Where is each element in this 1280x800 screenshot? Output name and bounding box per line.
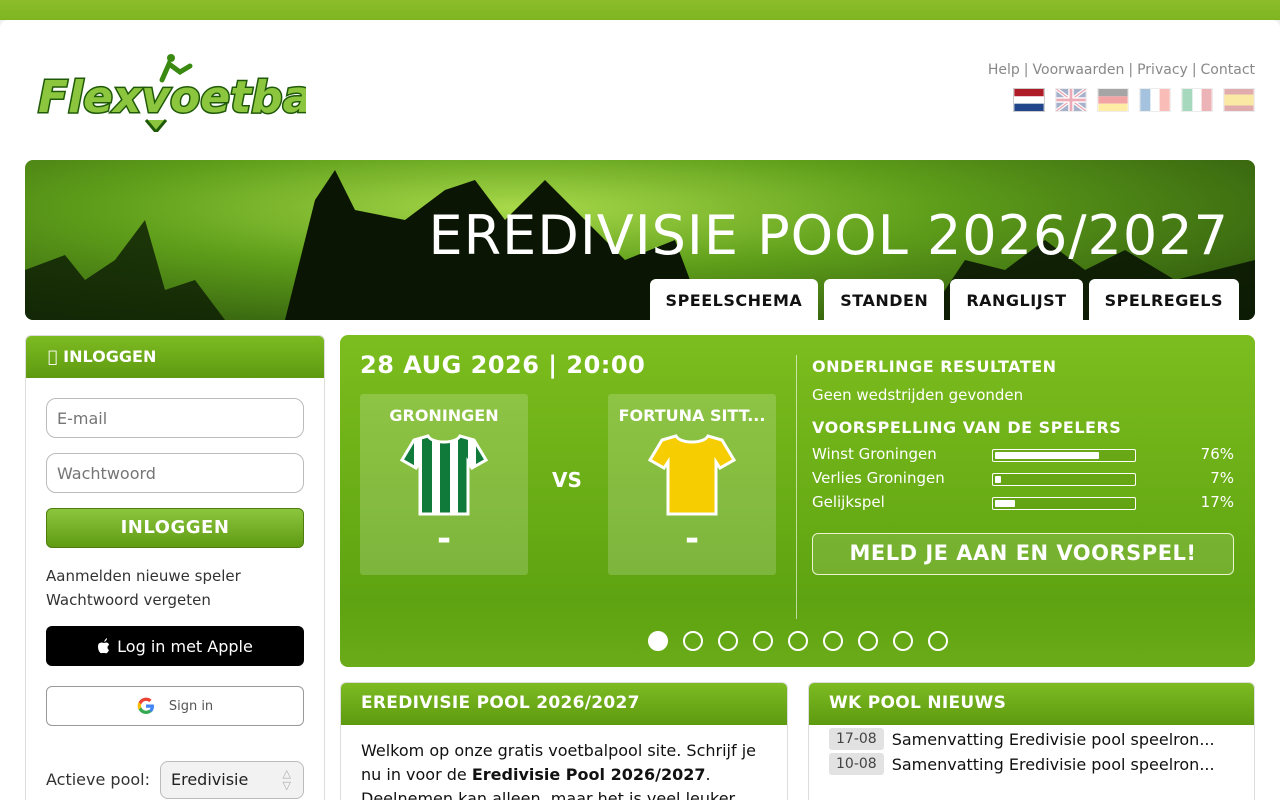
prediction-bar: [992, 473, 1136, 486]
help-link[interactable]: Help: [988, 62, 1020, 78]
slider-dot[interactable]: [648, 631, 668, 651]
news-item[interactable]: 17-08 Samenvatting Eredivisie pool speel…: [809, 728, 1254, 750]
login-heading:  INLOGGEN: [26, 336, 324, 378]
fr-flag-icon[interactable]: [1139, 88, 1171, 112]
slider-dot[interactable]: [893, 631, 913, 651]
news-date: 10-08: [829, 753, 884, 775]
signup-predict-button[interactable]: MELD JE AAN EN VOORSPEL!: [812, 533, 1234, 575]
flexvoetbal-logo[interactable]: Flexvoetbal: [34, 50, 306, 132]
predictions-title: VOORSPELLING VAN DE SPELERS: [812, 418, 1122, 437]
pool-intro-text: Welkom op onze gratis voetbalpool site. …: [341, 725, 787, 800]
slider-dot[interactable]: [718, 631, 738, 651]
tab-standen[interactable]: STANDEN: [824, 279, 945, 320]
contact-link[interactable]: Contact: [1201, 62, 1255, 78]
language-flags: [1013, 88, 1255, 112]
home-score: -: [436, 519, 452, 559]
intro-pool-name: Eredivisie Pool 2026/2027: [471, 765, 706, 784]
prediction-row: Winst Groningen 76%: [812, 443, 1234, 467]
pool-panel-title: EREDIVISIE POOL 2026/2027: [341, 683, 787, 725]
prediction-row: Gelijkspel 17%: [812, 491, 1234, 515]
de-flag-icon[interactable]: [1097, 88, 1129, 112]
page: Flexvoetbal Help | Voorwaarden | Privacy | Con…: [0, 20, 1280, 800]
prediction-percent: 17%: [1200, 493, 1234, 511]
active-pool-value: Eredivisie: [171, 770, 249, 789]
google-g-icon: [137, 697, 154, 714]
slider-dot[interactable]: [788, 631, 808, 651]
vs-label: VS: [552, 468, 582, 492]
slider-dots: [648, 631, 948, 651]
prediction-bar-fill: [995, 476, 1001, 483]
slider-dot[interactable]: [683, 631, 703, 651]
es-flag-icon[interactable]: [1223, 88, 1255, 112]
predictions-list: Winst Groningen 76% Verlies Groningen 7%…: [812, 443, 1234, 515]
prediction-bar: [992, 449, 1136, 462]
prediction-percent: 76%: [1200, 445, 1234, 463]
prediction-label: Gelijkspel: [812, 493, 885, 511]
google-signin-button[interactable]: Sign in: [46, 686, 304, 726]
home-team-box[interactable]: GRONINGEN -: [360, 394, 528, 575]
news-title[interactable]: Samenvatting Eredivisie pool speelron...: [892, 755, 1215, 774]
nl-flag-icon[interactable]: [1013, 88, 1045, 112]
match-date: 28 AUG 2026 | 20:00: [360, 351, 646, 379]
account-links: Aanmelden nieuwe speler Wachtwoord verge…: [46, 564, 241, 612]
tab-speelschema[interactable]: SPEELSCHEMA: [649, 279, 819, 320]
it-flag-icon[interactable]: [1181, 88, 1213, 112]
away-shirt-icon: [648, 434, 736, 516]
apple-icon: [98, 638, 110, 654]
terms-link[interactable]: Voorwaarden: [1033, 62, 1125, 78]
home-team-name: GRONINGEN: [389, 406, 499, 425]
news-item[interactable]: 10-08 Samenvatting Eredivisie pool speel…: [809, 753, 1254, 775]
prediction-label: Verlies Groningen: [812, 469, 945, 487]
h2h-text: Geen wedstrijden gevonden: [812, 386, 1024, 404]
news-panel-title: WK POOL NIEUWS: [809, 683, 1254, 725]
hero-banner: EREDIVISIE POOL 2026/2027 SPEELSCHEMA ST…: [25, 160, 1255, 320]
pool-intro-panel: EREDIVISIE POOL 2026/2027 Welkom op onze…: [340, 682, 788, 800]
email-field[interactable]: [46, 398, 304, 438]
top-links: Help | Voorwaarden | Privacy | Contact: [987, 62, 1255, 78]
privacy-link[interactable]: Privacy: [1137, 62, 1188, 78]
register-link[interactable]: Aanmelden nieuwe speler: [46, 564, 241, 588]
slider-dot[interactable]: [858, 631, 878, 651]
news-panel: WK POOL NIEUWS 17-08 Samenvatting Erediv…: [808, 682, 1255, 800]
svg-text:Flexvoetbal: Flexvoetbal: [38, 72, 306, 123]
prediction-bar-fill: [995, 452, 1099, 459]
uk-flag-icon[interactable]: [1055, 88, 1087, 112]
news-date: 17-08: [829, 728, 884, 750]
apple-login-button[interactable]: Log in met Apple: [46, 626, 304, 666]
slider-dot[interactable]: [753, 631, 773, 651]
panel-divider: [796, 355, 797, 619]
password-field[interactable]: [46, 453, 304, 493]
google-button-label: Sign in: [168, 698, 214, 714]
home-shirt-icon: [400, 434, 488, 516]
away-team-box[interactable]: FORTUNA SITT... -: [608, 394, 776, 575]
prediction-label: Winst Groningen: [812, 445, 937, 463]
tab-ranglijst[interactable]: RANGLIJST: [950, 279, 1083, 320]
active-pool-select[interactable]: Eredivisie △ ▽: [160, 761, 304, 799]
away-score: -: [684, 519, 700, 559]
login-button[interactable]: INLOGGEN: [46, 508, 304, 548]
match-info: ONDERLINGE RESULTATEN Geen wedstrijden g…: [812, 357, 1234, 515]
away-team-name: FORTUNA SITT...: [618, 406, 766, 425]
news-title[interactable]: Samenvatting Eredivisie pool speelron...: [892, 730, 1215, 749]
prediction-percent: 7%: [1210, 469, 1234, 487]
slider-dot[interactable]: [928, 631, 948, 651]
match-slider: 28 AUG 2026 | 20:00 GRONINGEN - VS FORTU…: [340, 335, 1255, 667]
h2h-title: ONDERLINGE RESULTATEN: [812, 357, 1057, 376]
apple-button-label: Log in met Apple: [117, 636, 253, 656]
prediction-bar: [992, 497, 1136, 510]
banner-title: EREDIVISIE POOL 2026/2027: [428, 204, 1229, 267]
tab-spelregels[interactable]: SPELREGELS: [1088, 279, 1239, 320]
main-tabs: SPEELSCHEMA STANDEN RANGLIJST SPELREGELS: [649, 279, 1239, 320]
login-sidebar:  INLOGGEN INLOGGEN Aanmelden nieuwe spe…: [25, 335, 325, 800]
active-pool-label: Actieve pool:: [46, 770, 150, 789]
select-arrows-icon: △ ▽: [282, 767, 291, 792]
forgot-password-link[interactable]: Wachtwoord vergeten: [46, 588, 241, 612]
prediction-row: Verlies Groningen 7%: [812, 467, 1234, 491]
prediction-bar-fill: [995, 500, 1016, 507]
slider-dot[interactable]: [823, 631, 843, 651]
